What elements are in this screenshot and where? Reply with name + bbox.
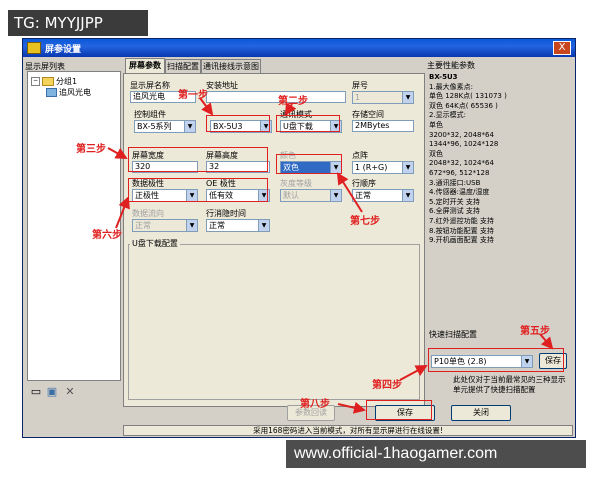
step1-label: 第一步 [178, 90, 208, 101]
row-hide-select[interactable]: 正常 ▼ [206, 219, 270, 232]
app-icon [27, 42, 41, 54]
tab-wiring-diagram[interactable]: 通讯接线示意图 [201, 59, 261, 73]
perf-params-title: 主要性能参数 [427, 61, 475, 70]
step8-label: 第八步 [300, 399, 330, 410]
screen-no-label: 屏号 [352, 81, 368, 90]
perf-line: 双色 64K点( 65536 ) [429, 101, 498, 110]
perf-line: 3200*32, 2048*64 [429, 130, 494, 139]
left-toolbar: ▭ ▣ ✕ [29, 385, 119, 401]
highlight-polarity-box [128, 178, 268, 202]
data-flow-select[interactable]: 正常 ▼ [132, 219, 198, 232]
step5-label: 第五步 [520, 326, 550, 337]
window-titlebar[interactable]: 屏参设置 X [23, 39, 575, 57]
screen-icon [46, 88, 57, 97]
highlight-comm-box [276, 115, 340, 132]
usb-download-label: U盘下载配置 [130, 238, 180, 249]
tree-group-item[interactable]: − 分组1 [31, 76, 77, 87]
highlight-quickscan-box [428, 348, 564, 372]
step7-label: 第七步 [350, 216, 380, 227]
add-folder-icon[interactable]: ▭ [29, 385, 43, 399]
website-watermark: www.official-1haogamer.com [286, 440, 586, 468]
perf-line: 双色 [429, 149, 443, 158]
tree-group-label: 分组1 [56, 77, 78, 86]
gray-label: 灰度等级 [280, 179, 312, 188]
step2-label: 第二步 [278, 96, 308, 107]
controller-series-select[interactable]: BX-5系列 ▼ [134, 120, 196, 133]
close-window-button[interactable]: X [553, 41, 571, 55]
tree-screen-item[interactable]: 追风光电 [46, 87, 91, 98]
close-button[interactable]: 关闭 [451, 405, 511, 421]
screen-name-label: 显示屏名称 [130, 81, 170, 90]
add-screen-icon[interactable]: ▣ [45, 385, 59, 399]
window-title: 屏参设置 [45, 45, 82, 55]
row-order-select[interactable]: 正常 ▼ [352, 189, 414, 202]
quick-scan-label: 快速扫描配置 [429, 330, 477, 339]
watermark-label: TG: MYYJJPP [8, 10, 148, 36]
row-order-label: 行顺序 [352, 179, 376, 188]
perf-line: 5.定时开关 支持 [429, 197, 480, 206]
pixel-select[interactable]: 1 (R+G) ▼ [352, 161, 414, 174]
perf-line: 3.通讯接口:USB [429, 178, 481, 187]
install-location-label: 安装地址 [206, 81, 238, 90]
gray-select[interactable]: 默认 ▼ [280, 189, 342, 202]
perf-line: 1344*96, 1024*128 [429, 140, 499, 149]
perf-line: 9.开机画面配置 支持 [429, 236, 494, 245]
tab-scan-config[interactable]: 扫描配置 [165, 59, 201, 73]
row-hide-label: 行消隐时间 [206, 209, 246, 218]
perf-line: 672*96, 512*128 [429, 168, 490, 177]
data-flow-label: 数据流向 [132, 209, 164, 218]
storage-label: 存储空间 [352, 110, 384, 119]
tree-screen-label: 追风光电 [59, 88, 91, 97]
storage-input[interactable]: 2MBytes [352, 120, 414, 132]
pixel-label: 点阵 [352, 151, 368, 160]
expand-toggle-icon[interactable]: − [31, 77, 40, 86]
perf-line: 4.传感器:温度/湿度 [429, 188, 490, 197]
perf-line: 1.最大像素点: [429, 82, 474, 91]
highlight-color-box [276, 154, 342, 174]
perf-line: 8.按钮功能配置 支持 [429, 226, 494, 235]
perf-line: 2048*32, 1024*64 [429, 159, 494, 168]
tab-screen-params[interactable]: 屏幕参数 [125, 58, 165, 73]
perf-line: 单色 [429, 120, 443, 129]
screen-no-select[interactable]: 1 ▼ [352, 91, 414, 104]
quick-scan-note: 此处仅对于当前最常见的三种显示单元提供了快捷扫描配置 [453, 375, 566, 394]
perf-line: 7.红外遥控功能 支持 [429, 216, 494, 225]
step4-label: 第四步 [372, 380, 402, 391]
highlight-save-box [366, 400, 432, 420]
screen-params-panel: 显示屏名称 追风光电 安装地址 屏号 1 ▼ 控制组件 BX-5系列 ▼ BX-5U… [123, 73, 425, 407]
perf-line: 单色 128K点( 131073 ) [429, 92, 507, 101]
step3-label: 第三步 [76, 144, 106, 155]
model-name: BX-5U3 [429, 73, 458, 81]
perf-line: 2.显示模式: [429, 111, 467, 120]
perf-params-text: BX-5U3 1.最大像素点: 单色 128K点( 131073 ) 双色 64K… [429, 73, 569, 246]
status-bar: 采用168密码进入当前模式，对所有显示屏进行在线设置! [123, 425, 573, 436]
folder-icon [42, 77, 54, 86]
perf-line: 6.全屏测试 支持 [429, 207, 480, 216]
controller-label: 控制组件 [134, 110, 166, 119]
delete-icon[interactable]: ✕ [63, 385, 77, 399]
step6-label: 第六步 [92, 230, 122, 241]
install-location-input[interactable] [206, 91, 346, 103]
highlight-size-box [128, 147, 268, 172]
highlight-model-box [206, 115, 270, 132]
